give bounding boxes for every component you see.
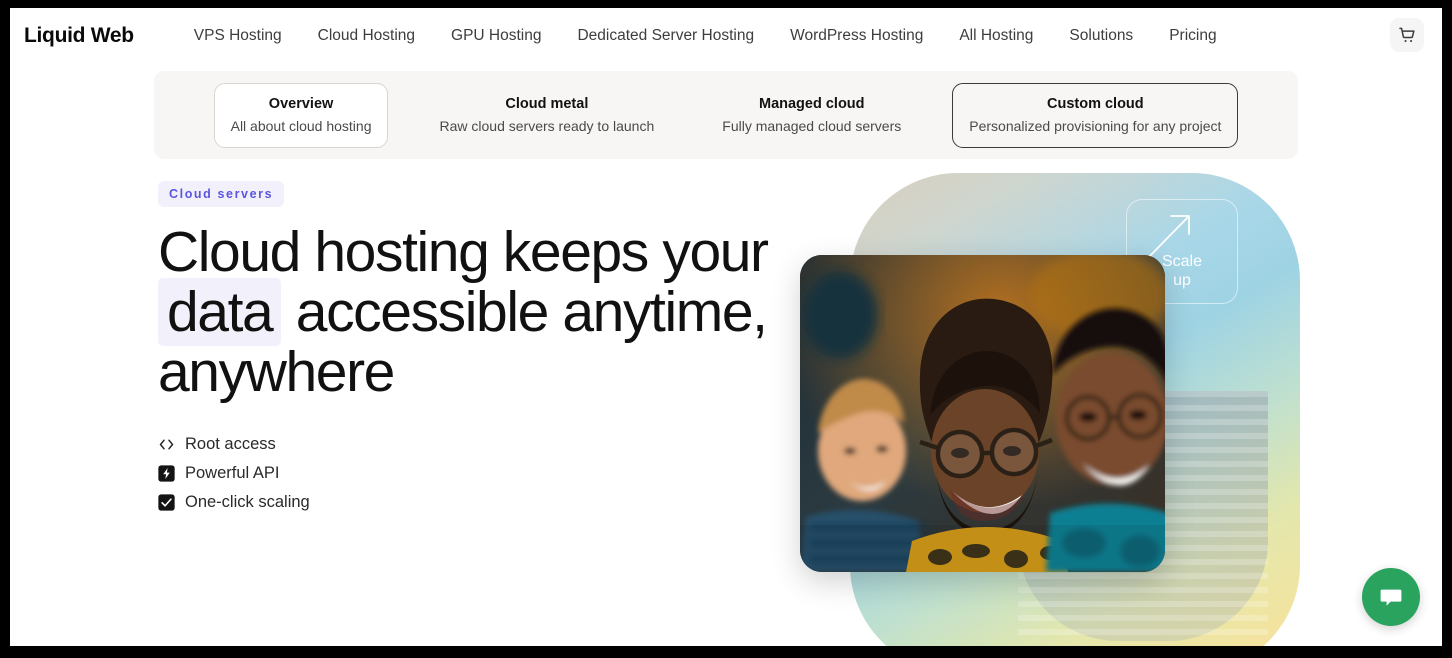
hero-copy: Cloud servers Cloud hosting keeps your d… <box>158 181 798 512</box>
nav-link-gpu-hosting[interactable]: GPU Hosting <box>433 28 559 44</box>
nav-link-wordpress-hosting[interactable]: WordPress Hosting <box>772 28 941 44</box>
list-item: Powerful API <box>158 464 798 483</box>
nav-link-all-hosting[interactable]: All Hosting <box>941 28 1051 44</box>
tab-overview-title: Overview <box>268 96 334 112</box>
nav-link-solutions[interactable]: Solutions <box>1051 28 1151 44</box>
browser-viewport: Liquid Web VPS Hosting Cloud Hosting GPU… <box>10 8 1442 646</box>
headline-part1: Cloud hosting keeps your <box>158 220 769 284</box>
feature-label-powerful-api: Powerful API <box>185 463 280 482</box>
feature-label-one-click-scaling: One-click scaling <box>185 492 310 511</box>
feature-list: Root access Powerful API One-click scali… <box>158 435 798 512</box>
feature-label-root-access: Root access <box>185 434 276 453</box>
chat-widget-button[interactable] <box>1362 568 1420 626</box>
site-header: Liquid Web VPS Hosting Cloud Hosting GPU… <box>10 8 1442 63</box>
code-brackets-icon <box>159 439 174 450</box>
list-item: Root access <box>158 435 798 454</box>
tab-cloud-metal[interactable]: Cloud metal Raw cloud servers ready to l… <box>422 83 671 148</box>
nav-link-pricing[interactable]: Pricing <box>1151 28 1234 44</box>
tab-overview-subtitle: All about cloud hosting <box>230 118 372 134</box>
hero-photo <box>800 255 1165 572</box>
brand-logo[interactable]: Liquid Web <box>24 24 134 48</box>
nav-link-cloud-hosting[interactable]: Cloud Hosting <box>300 28 433 44</box>
chat-bubble-icon <box>1380 589 1402 606</box>
tab-managed-cloud[interactable]: Managed cloud Fully managed cloud server… <box>705 83 918 148</box>
product-tabstrip: Overview All about cloud hosting Cloud m… <box>154 71 1298 159</box>
nav-link-vps-hosting[interactable]: VPS Hosting <box>176 28 300 44</box>
list-item: One-click scaling <box>158 493 798 512</box>
page-title: Cloud hosting keeps your data accessible… <box>158 220 798 403</box>
tab-cloud-metal-subtitle: Raw cloud servers ready to launch <box>439 118 655 134</box>
shopping-cart-icon <box>1398 27 1415 42</box>
lightning-bolt-icon <box>158 464 175 482</box>
tab-managed-cloud-subtitle: Fully managed cloud servers <box>722 118 902 134</box>
tab-custom-cloud[interactable]: Custom cloud Personalized provisioning f… <box>952 82 1239 148</box>
tab-cloud-metal-title: Cloud metal <box>505 96 589 112</box>
eyebrow-badge: Cloud servers <box>158 181 285 207</box>
nav-link-dedicated-server-hosting[interactable]: Dedicated Server Hosting <box>559 28 772 44</box>
tabstrip-wrapper: Overview All about cloud hosting Cloud m… <box>10 63 1442 159</box>
main-navigation: VPS Hosting Cloud Hosting GPU Hosting De… <box>176 28 1235 44</box>
smiling-people-photo <box>800 255 1165 572</box>
cart-button[interactable] <box>1390 18 1424 52</box>
tab-custom-cloud-subtitle: Personalized provisioning for any projec… <box>969 118 1222 134</box>
scale-card-line2: up <box>1173 271 1191 289</box>
hero-illustration: Scale up <box>800 173 1300 646</box>
checkmark-icon <box>158 493 175 511</box>
headline-highlight: data <box>158 277 282 346</box>
tab-overview[interactable]: Overview All about cloud hosting <box>213 82 389 148</box>
tab-custom-cloud-title: Custom cloud <box>1046 96 1144 112</box>
tab-managed-cloud-title: Managed cloud <box>758 96 865 112</box>
